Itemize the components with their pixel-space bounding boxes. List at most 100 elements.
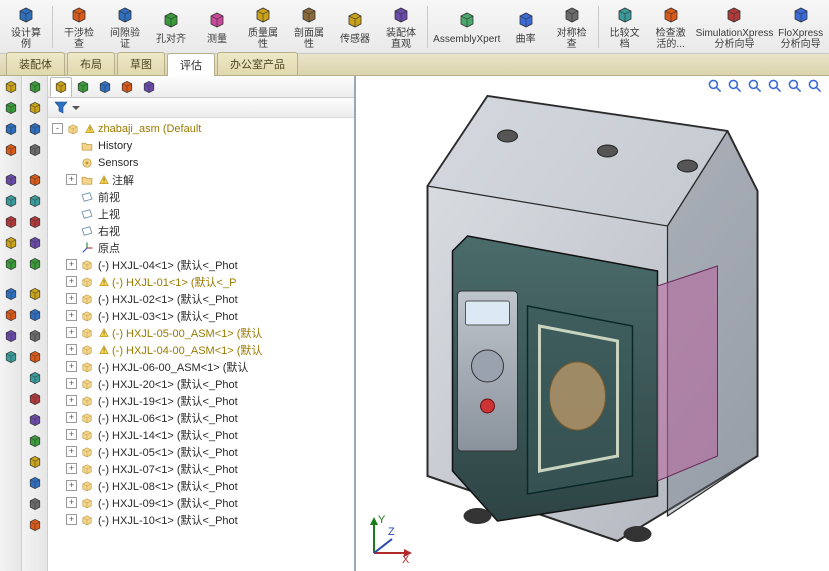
vtool-b10[interactable] <box>26 285 44 303</box>
ribbon-measure[interactable]: 测量 <box>195 2 239 52</box>
ribbon-sensor[interactable]: 传感器 <box>333 2 377 52</box>
tree-root[interactable]: -!zhabaji_asm (Default <box>50 120 354 137</box>
expander-icon[interactable]: + <box>66 276 77 287</box>
vtool-b4[interactable] <box>26 141 44 159</box>
ribbon-interf[interactable]: 干涉检 查 <box>57 2 101 52</box>
vtool-b1[interactable] <box>26 78 44 96</box>
tree-sensor[interactable]: Sensors <box>50 154 354 171</box>
tree-part[interactable]: +(-) HXJL-04<1> (默认<_Phot <box>50 256 354 273</box>
expander-icon[interactable]: + <box>66 480 77 491</box>
tree-part[interactable]: +(-) HXJL-14<1> (默认<_Phot <box>50 426 354 443</box>
ribbon-asmxpert[interactable]: AssemblyXpert <box>432 2 502 52</box>
ribbon-compare[interactable]: 比较文 档 <box>603 2 647 52</box>
tab-layout[interactable]: 布局 <box>67 52 115 75</box>
vtool-print[interactable] <box>2 141 20 159</box>
ribbon-symcheck[interactable]: 对称检 查 <box>550 2 594 52</box>
ribbon-asmvis[interactable]: 装配体 直观 <box>379 2 423 52</box>
tree-part[interactable]: +(-) HXJL-02<1> (默认<_Phot <box>50 290 354 307</box>
expander-icon[interactable]: + <box>66 310 77 321</box>
vtool-b19[interactable] <box>26 474 44 492</box>
orientation-triad[interactable]: Y X Z <box>364 513 414 563</box>
tree-part[interactable]: +(-) HXJL-05<1> (默认<_Phot <box>50 443 354 460</box>
tree-origin[interactable]: 原点 <box>50 239 354 256</box>
tree-part[interactable]: +(-) HXJL-08<1> (默认<_Phot <box>50 477 354 494</box>
vtool-rebuild[interactable] <box>2 171 20 189</box>
panel-tab-feature-tree[interactable] <box>50 77 72 97</box>
vtool-b17[interactable] <box>26 432 44 450</box>
vtool-b9[interactable] <box>26 255 44 273</box>
expander-icon[interactable]: + <box>66 446 77 457</box>
vtool-b8[interactable] <box>26 234 44 252</box>
tree-part[interactable]: +(-) HXJL-19<1> (默认<_Phot <box>50 392 354 409</box>
expander-icon[interactable]: + <box>66 361 77 372</box>
vtool-b20[interactable] <box>26 495 44 513</box>
tab-sketch[interactable]: 草图 <box>117 52 165 75</box>
ribbon-design-ex[interactable]: 设计算 例 <box>4 2 48 52</box>
vtool-b21[interactable] <box>26 516 44 534</box>
vtool-b5[interactable] <box>26 171 44 189</box>
tree-annot[interactable]: +!注解 <box>50 171 354 188</box>
vtool-b3[interactable] <box>26 120 44 138</box>
expander-icon[interactable]: + <box>66 174 77 185</box>
filter-icon[interactable] <box>54 101 68 115</box>
tree-history[interactable]: History <box>50 137 354 154</box>
tab-asm[interactable]: 装配体 <box>6 52 65 75</box>
tree-plane[interactable]: 右视 <box>50 222 354 239</box>
vtool-file[interactable] <box>2 78 20 96</box>
tree-part[interactable]: +(-) HXJL-07<1> (默认<_Phot <box>50 460 354 477</box>
vtool-b18[interactable] <box>26 453 44 471</box>
vtool-b14[interactable] <box>26 369 44 387</box>
tree-part[interactable]: +(-) HXJL-09<1> (默认<_Phot <box>50 494 354 511</box>
expander-icon[interactable]: + <box>66 327 77 338</box>
vtool-b15[interactable] <box>26 390 44 408</box>
expander-icon[interactable]: + <box>66 429 77 440</box>
expander-icon[interactable]: + <box>66 293 77 304</box>
vtool-save[interactable] <box>2 120 20 138</box>
tree-plane[interactable]: 上视 <box>50 205 354 222</box>
expander-icon[interactable]: + <box>66 497 77 508</box>
tree-part[interactable]: +!(-) HXJL-05-00_ASM<1> (默认 <box>50 324 354 341</box>
tree-part[interactable]: +(-) HXJL-06-00_ASM<1> (默认 <box>50 358 354 375</box>
expander-icon[interactable]: + <box>66 344 77 355</box>
vtool-b13[interactable] <box>26 348 44 366</box>
vtool-b11[interactable] <box>26 306 44 324</box>
panel-tab-display[interactable] <box>138 77 160 97</box>
graphics-viewport[interactable]: Y X Z <box>356 76 829 571</box>
panel-tab-dimxpert[interactable] <box>116 77 138 97</box>
vtool-dim[interactable] <box>2 348 20 366</box>
vtool-b12[interactable] <box>26 327 44 345</box>
vtool-b6[interactable] <box>26 192 44 210</box>
tree-plane[interactable]: 前视 <box>50 188 354 205</box>
vtool-b7[interactable] <box>26 213 44 231</box>
vtool-b16[interactable] <box>26 411 44 429</box>
tree-part[interactable]: +(-) HXJL-10<1> (默认<_Phot <box>50 511 354 528</box>
tree-part[interactable]: +!(-) HXJL-04-00_ASM<1> (默认 <box>50 341 354 358</box>
vtool-b2[interactable] <box>26 99 44 117</box>
expander-icon[interactable]: + <box>66 514 77 525</box>
vtool-rect[interactable] <box>2 306 20 324</box>
tab-eval[interactable]: 评估 <box>167 53 215 76</box>
vtool-line[interactable] <box>2 285 20 303</box>
ribbon-curvature[interactable]: 曲率 <box>504 2 548 52</box>
vtool-options[interactable] <box>2 192 20 210</box>
expander-icon[interactable]: + <box>66 463 77 474</box>
dropdown-icon[interactable] <box>72 104 80 112</box>
ribbon-simx[interactable]: SimulationXpress 分析向导 <box>695 2 775 52</box>
expander-icon[interactable]: + <box>66 378 77 389</box>
vtool-open[interactable] <box>2 99 20 117</box>
ribbon-massprop[interactable]: 质量属 性 <box>241 2 285 52</box>
tab-office[interactable]: 办公室产品 <box>217 52 298 75</box>
ribbon-holealign[interactable]: 孔对齐 <box>149 2 193 52</box>
tree-part[interactable]: +(-) HXJL-03<1> (默认<_Phot <box>50 307 354 324</box>
panel-tab-property[interactable] <box>72 77 94 97</box>
ribbon-flox[interactable]: FloXpress 分析向导 <box>776 2 825 52</box>
ribbon-secprop[interactable]: 剖面属 性 <box>287 2 331 52</box>
vtool-circle[interactable] <box>2 327 20 345</box>
expander-icon[interactable]: + <box>66 395 77 406</box>
expander-icon[interactable]: + <box>66 259 77 270</box>
ribbon-chkactive[interactable]: 检查激 活的... <box>649 2 693 52</box>
vtool-extrude[interactable] <box>2 234 20 252</box>
tree-part[interactable]: +(-) HXJL-20<1> (默认<_Phot <box>50 375 354 392</box>
vtool-revolve[interactable] <box>2 255 20 273</box>
tree-part[interactable]: +(-) HXJL-06<1> (默认<_Phot <box>50 409 354 426</box>
